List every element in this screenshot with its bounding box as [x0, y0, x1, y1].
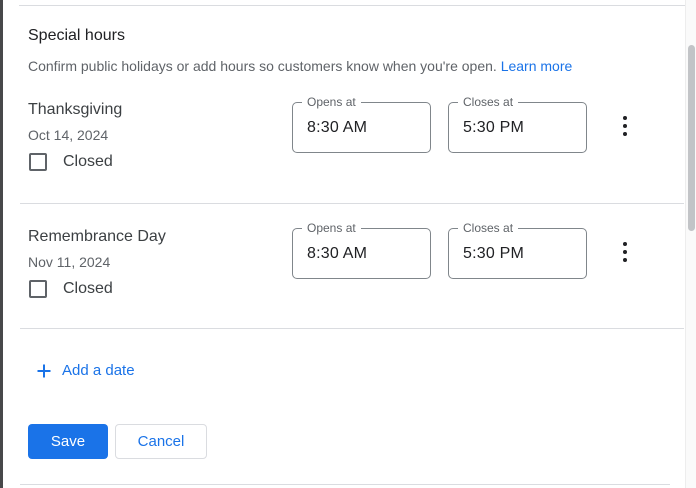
holiday-date: Nov 11, 2024: [28, 254, 111, 270]
closes-at-value: 5:30 PM: [463, 118, 524, 136]
holiday-date: Oct 14, 2024: [28, 127, 109, 143]
kebab-menu-icon[interactable]: [613, 114, 637, 138]
closed-checkbox-row[interactable]: Closed: [29, 280, 113, 298]
page-description: Confirm public holidays or add hours so …: [28, 58, 572, 74]
plus-icon: [37, 364, 51, 377]
closed-label: Closed: [63, 280, 113, 297]
holiday-name: Thanksgiving: [28, 101, 123, 118]
closed-checkbox[interactable]: [29, 280, 47, 298]
top-divider: [19, 5, 686, 6]
learn-more-link[interactable]: Learn more: [501, 58, 573, 74]
closed-label: Closed: [63, 153, 113, 170]
page-description-text: Confirm public holidays or add hours so …: [28, 58, 497, 74]
page-title: Special hours: [28, 27, 125, 44]
holiday-name: Remembrance Day: [28, 228, 166, 245]
opens-at-field[interactable]: Opens at 8:30 AM: [292, 95, 431, 153]
closes-at-value: 5:30 PM: [463, 244, 524, 262]
closes-at-field[interactable]: Closes at 5:30 PM: [448, 221, 587, 279]
closed-checkbox-row[interactable]: Closed: [29, 153, 113, 171]
bottom-divider: [20, 484, 670, 485]
scrollbar-thumb[interactable]: [688, 45, 695, 231]
closes-at-field[interactable]: Closes at 5:30 PM: [448, 95, 587, 153]
kebab-menu-icon[interactable]: [613, 240, 637, 264]
opens-at-field[interactable]: Opens at 8:30 AM: [292, 221, 431, 279]
save-button[interactable]: Save: [28, 424, 108, 459]
row-divider: [20, 203, 684, 204]
opens-at-label: Opens at: [302, 95, 361, 109]
cancel-button[interactable]: Cancel: [115, 424, 207, 459]
left-edge-strip: [0, 0, 3, 488]
opens-at-value: 8:30 AM: [307, 118, 368, 136]
add-date-label: Add a date: [62, 362, 135, 379]
opens-at-label: Opens at: [302, 221, 361, 235]
opens-at-value: 8:30 AM: [307, 244, 368, 262]
special-hours-panel: Special hours Confirm public holidays or…: [0, 0, 696, 488]
section-divider: [20, 328, 684, 329]
add-date-button[interactable]: Add a date: [36, 362, 135, 379]
closes-at-label: Closes at: [458, 221, 519, 235]
closes-at-label: Closes at: [458, 95, 519, 109]
scrollbar-track[interactable]: [685, 0, 696, 488]
closed-checkbox[interactable]: [29, 153, 47, 171]
